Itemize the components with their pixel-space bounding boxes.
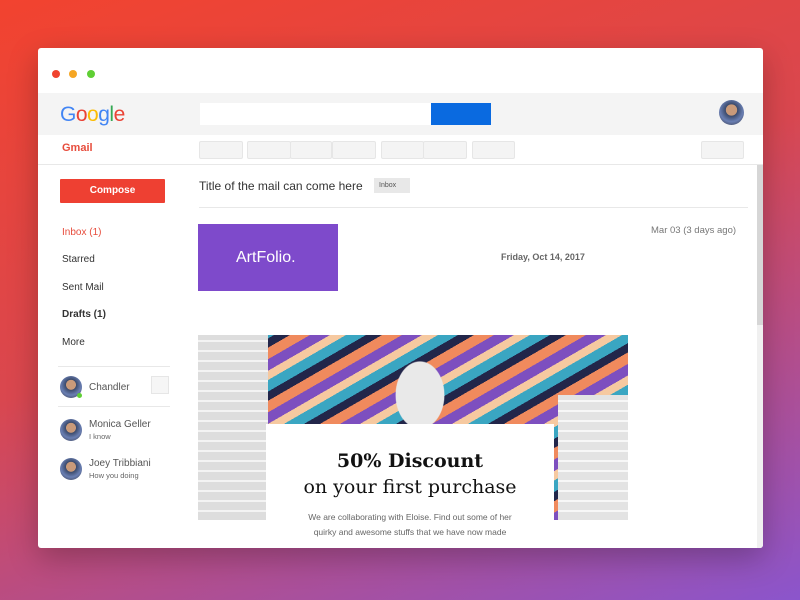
contact-item[interactable]: Joey Tribbiani How you doing bbox=[60, 458, 151, 480]
avatar bbox=[60, 419, 82, 441]
sender-logo: ArtFolio. bbox=[198, 224, 338, 291]
nav-drafts[interactable]: Drafts (1) bbox=[62, 309, 106, 320]
nav-more[interactable]: More bbox=[62, 337, 85, 348]
header: Google bbox=[38, 93, 763, 135]
gmail-menu[interactable]: Gmail bbox=[62, 142, 93, 154]
search-input[interactable] bbox=[200, 103, 431, 125]
inbox-label-badge[interactable]: Inbox bbox=[374, 178, 410, 193]
scrollbar[interactable] bbox=[757, 165, 763, 548]
toolbar-button[interactable] bbox=[472, 141, 515, 159]
browser-window: Google Gmail Compose Inbox (1) Starred S… bbox=[38, 48, 763, 548]
google-logo[interactable]: Google bbox=[60, 103, 125, 127]
online-status-icon bbox=[77, 393, 82, 398]
nav-inbox[interactable]: Inbox (1) bbox=[62, 227, 101, 238]
promo-card: 50% Discount on your first purchase We a… bbox=[266, 424, 554, 548]
nav-sent-mail[interactable]: Sent Mail bbox=[62, 282, 104, 293]
toolbar-button[interactable] bbox=[290, 141, 332, 159]
contact-name: Joey Tribbiani bbox=[89, 458, 151, 469]
nav-starred[interactable]: Starred bbox=[62, 254, 95, 265]
promo-headline: 50% Discount bbox=[336, 450, 484, 472]
mail-title: Title of the mail can come here bbox=[199, 179, 363, 193]
search-button[interactable] bbox=[431, 103, 491, 125]
avatar bbox=[60, 376, 82, 398]
brick-wall bbox=[558, 395, 628, 520]
toolbar-button[interactable] bbox=[247, 141, 291, 159]
minimize-window-button[interactable] bbox=[69, 70, 77, 78]
contact-name: Monica Geller bbox=[89, 419, 151, 430]
user-name: Chandler bbox=[89, 381, 130, 393]
promo-subheadline: on your first purchase bbox=[303, 476, 517, 498]
close-window-button[interactable] bbox=[52, 70, 60, 78]
avatar bbox=[60, 458, 82, 480]
toolbar-button[interactable] bbox=[381, 141, 424, 159]
brick-wall bbox=[198, 335, 268, 520]
status-menu-button[interactable] bbox=[151, 376, 169, 394]
maximize-window-button[interactable] bbox=[87, 70, 95, 78]
received-date: Mar 03 (3 days ago) bbox=[651, 225, 737, 236]
promo-body: We are collaborating with Eloise. Find o… bbox=[308, 512, 512, 537]
scrollbar-thumb[interactable] bbox=[757, 165, 763, 325]
divider bbox=[38, 164, 763, 165]
divider bbox=[58, 406, 170, 407]
compose-button[interactable]: Compose bbox=[60, 179, 165, 203]
contact-message: How you doing bbox=[89, 471, 139, 480]
toolbar-button[interactable] bbox=[199, 141, 243, 159]
contact-message: I know bbox=[89, 432, 111, 441]
contact-item[interactable]: Monica Geller I know bbox=[60, 419, 151, 441]
toolbar-button[interactable] bbox=[332, 141, 376, 159]
mail-body-date: Friday, Oct 14, 2017 bbox=[501, 252, 585, 262]
divider bbox=[58, 366, 170, 367]
current-user[interactable]: Chandler bbox=[60, 376, 130, 398]
settings-button[interactable] bbox=[701, 141, 744, 159]
divider bbox=[199, 207, 748, 208]
user-avatar[interactable] bbox=[719, 100, 744, 125]
toolbar-button[interactable] bbox=[423, 141, 467, 159]
